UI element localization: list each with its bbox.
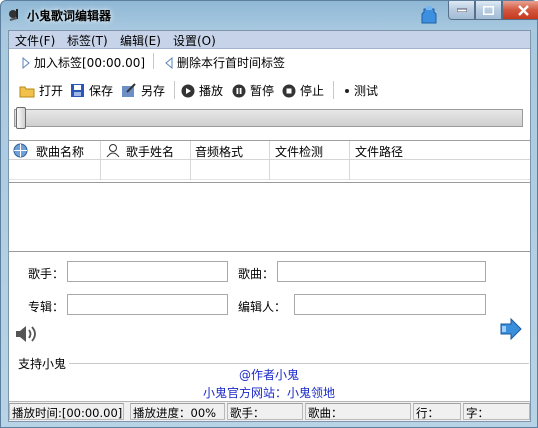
toolbar-divider [174,81,175,99]
menu-tag[interactable]: 标签(T) [67,32,108,49]
col-audio-format[interactable]: 音频格式 [195,143,243,160]
add-tag-button[interactable]: 加入标签[00:00.00] [22,54,145,71]
play-label: 播放 [199,84,224,98]
slider-thumb[interactable] [16,107,26,129]
volume-icon[interactable] [14,324,40,344]
menu-edit[interactable]: 编辑(E) [120,32,161,49]
col-song-name[interactable]: 歌曲名称 [36,143,84,160]
support-group-title: 支持小鬼 [18,357,67,371]
app-icon [9,9,18,21]
close-icon [518,4,529,16]
maximize-button[interactable] [475,1,502,20]
toolbar-divider [153,53,154,69]
floppy-disk-icon [71,84,84,97]
col-file-path[interactable]: 文件路径 [355,143,403,160]
save-label: 保存 [89,84,114,98]
artist-label: 歌手： [28,267,65,281]
play-arrow-icon [22,56,30,69]
save-as-icon [122,83,136,97]
save-as-button[interactable]: 另存 [121,82,165,99]
test-button[interactable]: 测试 [344,82,378,99]
menu-bar: 文件(F) 标签(T) 编辑(E) 设置(O) [9,31,530,49]
add-tag-label: 加入标签[00:00.00] [34,56,146,70]
globe-music-icon [13,143,28,158]
stop-button[interactable]: 停止 [282,82,324,99]
menu-file[interactable]: 文件(F) [15,32,55,49]
toolbar-divider [333,81,334,99]
close-button[interactable] [502,1,538,20]
song-label: 歌曲： [238,267,275,281]
stop-icon [282,84,296,97]
song-list-row[interactable] [9,160,530,180]
status-song: 歌曲： [305,403,411,420]
client-area: 文件(F) 标签(T) 编辑(E) 设置(O) 加入标签[00:00.00] 删… [8,30,531,422]
play-button[interactable]: 播放 [181,82,223,99]
save-button[interactable]: 保存 [70,82,113,99]
delete-tag-label: 删除本行首时间标签 [177,56,286,70]
singer-icon [106,144,120,158]
column-divider [349,160,350,180]
album-label: 专辑： [28,300,65,314]
song-field[interactable] [277,261,486,282]
column-divider [349,141,350,160]
delete-tag-button[interactable]: 删除本行首时间标签 [165,54,285,71]
pause-icon [232,84,246,97]
status-bar: 播放时间:[00:00.00] 播放进度：00% 歌手： 歌曲： 行： 字： [9,401,530,421]
status-char: 字： [463,403,530,420]
column-divider [190,141,191,160]
save-as-label: 另存 [141,84,166,98]
column-divider [190,160,191,180]
play-icon [181,84,195,97]
editor-label: 编辑人： [238,300,287,314]
author-link[interactable]: @作者小鬼 [189,366,349,383]
pin-icon[interactable] [420,5,438,25]
status-line: 行： [413,403,461,420]
test-label: 测试 [354,84,379,98]
artist-field[interactable] [67,261,228,282]
pause-label: 暂停 [250,84,275,98]
lyric-list[interactable] [9,182,530,252]
bullet-icon [345,88,349,93]
column-divider [100,141,101,160]
folder-icon [19,86,35,97]
album-field[interactable] [67,294,228,315]
col-artist-name[interactable]: 歌手姓名 [126,143,174,160]
open-label: 打开 [39,84,64,98]
website-link[interactable]: 小鬼官方网站：小鬼领地 [159,384,379,401]
stop-label: 停止 [300,84,325,98]
playback-slider[interactable] [14,107,523,129]
column-divider [269,141,270,160]
group-divider [69,363,529,364]
pause-button[interactable]: 暂停 [232,82,274,99]
status-play-progress: 播放进度：00% [130,403,225,420]
column-divider [269,160,270,180]
minimize-button[interactable] [448,1,475,20]
maximize-icon [483,5,494,15]
open-button[interactable]: 打开 [19,82,63,99]
back-arrow-icon [165,56,173,69]
title-bar[interactable]: 小鬼歌词编辑器 [1,1,538,29]
column-divider [100,160,101,180]
menu-settings[interactable]: 设置(O) [173,32,216,49]
col-file-check[interactable]: 文件检测 [275,143,323,160]
song-list-header: 歌曲名称 歌手姓名 音频格式 文件检测 文件路径 [9,140,530,160]
editor-field[interactable] [294,294,486,315]
app-window: 小鬼歌词编辑器 文件(F) 标签(T) 编辑(E) 设置(O) 加入标签[00:… [0,0,538,428]
window-title: 小鬼歌词编辑器 [27,9,112,23]
status-artist: 歌手： [227,403,303,420]
forward-arrow-icon[interactable] [499,318,523,340]
status-play-time: 播放时间:[00:00.00] [9,403,124,420]
minimize-icon [456,8,467,12]
